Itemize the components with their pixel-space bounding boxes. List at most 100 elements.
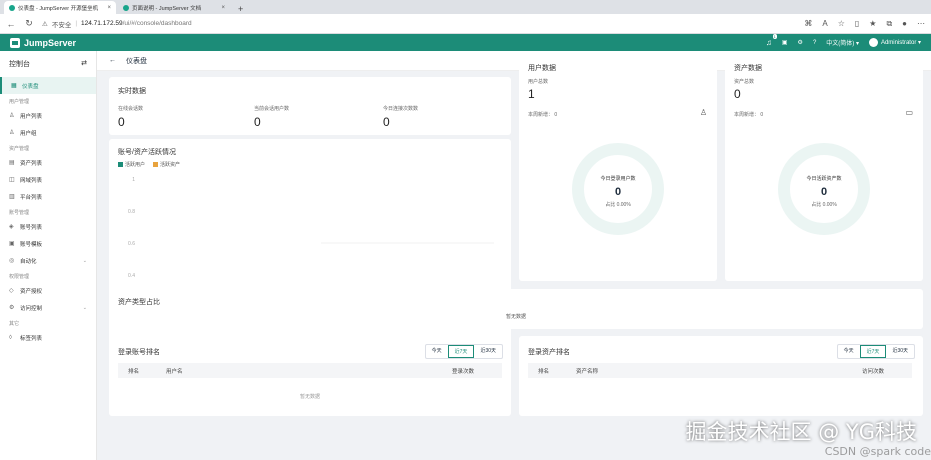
asset-data-title: 资产数据 xyxy=(734,65,762,72)
ring-label: 今日登录用户数 xyxy=(600,176,636,182)
new-tab-icon[interactable]: + xyxy=(232,4,249,14)
user-icon: ♙ xyxy=(9,113,15,119)
sidebar-item[interactable]: ♙ 用户列表 xyxy=(0,107,96,124)
sidebar-item[interactable]: ◫ 网域列表 xyxy=(0,171,96,188)
stat-label: 在线会话数 xyxy=(118,106,144,112)
url-field[interactable]: ⚠ 不安全 | 124.71.172.59/ui/#/console/dashb… xyxy=(42,19,192,29)
column-header[interactable]: 用户名 xyxy=(166,367,452,375)
back-arrow-icon[interactable]: ← xyxy=(109,57,116,64)
range-7days[interactable]: 近7天 xyxy=(447,345,475,358)
ring-percentage: 占比 0.00% xyxy=(605,202,631,208)
read-aloud-icon[interactable]: A xyxy=(822,19,827,29)
column-header[interactable]: 排名 xyxy=(128,367,166,375)
extensions-icon[interactable]: ● xyxy=(902,19,907,29)
sidebar-group-label: 权限管理 xyxy=(9,274,30,280)
users-icon: ♙ xyxy=(9,130,15,136)
translate-icon[interactable]: ⌘ xyxy=(804,19,812,29)
user-weekly: 本周新增： 0 xyxy=(528,112,558,118)
switch-view-icon[interactable]: ⇄ xyxy=(81,59,87,69)
reload-icon[interactable]: ↻ xyxy=(24,18,34,29)
user-data-card: 用户数据 用户总数 1 本周新增： 0 ♙ 今日登录用户数 0 占比 0.00% xyxy=(519,51,717,281)
sidebar-item-label: 账号列表 xyxy=(20,224,43,231)
sidebar-item-label: 网域列表 xyxy=(20,177,43,184)
back-icon[interactable]: ← xyxy=(6,19,16,29)
range-today[interactable]: 今天 xyxy=(426,345,448,358)
range-today[interactable]: 今天 xyxy=(838,345,860,358)
watermark: 掘金技术社区 @ YG科技 xyxy=(685,420,917,444)
sidebar-item-label: 用户组 xyxy=(20,130,37,137)
range-30days[interactable]: 近30天 xyxy=(474,345,502,358)
automation-icon: ◎ xyxy=(9,258,15,264)
column-header[interactable]: 资产名称 xyxy=(576,367,862,375)
y-tick-label: 0.8 xyxy=(128,209,135,215)
sidebar-item[interactable]: ▥ 平台列表 xyxy=(0,188,96,205)
login-rank-table-header: 排名 用户名 登录次数 xyxy=(118,363,502,378)
domain-icon: ◫ xyxy=(9,177,15,183)
sidebar-item[interactable]: ▦ 仪表盘 xyxy=(0,77,96,94)
sidebar: 控制台 ⇄ ▦ 仪表盘 用户管理 ♙ 用户列表 ♙ 用户组 资产管理 ▤ 资产列表 ◫ 网域列表 ▥ 平台… xyxy=(0,51,97,460)
web-terminal-icon[interactable]: ▣ xyxy=(782,39,788,46)
stat-value: 0 xyxy=(383,115,390,129)
favorite-icon[interactable]: ☆ xyxy=(838,19,845,29)
url-host: 124.71.172.59 xyxy=(81,20,123,27)
asset-type-card: 资产类型占比 暂无数据 xyxy=(109,289,923,329)
sidebar-group-label: 用户管理 xyxy=(9,99,30,105)
realtime-card: 实时数据 在线会话数 0 当前会话用户数 0 今日连接次数数 0 xyxy=(109,77,511,135)
sidebar-item[interactable]: ◊ 标签列表 xyxy=(0,329,96,346)
notification-bell-icon[interactable]: ♫ 1 xyxy=(766,34,777,47)
dashboard-icon: ▦ xyxy=(11,83,17,89)
sidebar-item[interactable]: ▤ 资产列表 xyxy=(0,154,96,171)
sidebar-item[interactable]: ▣ 账号模板 xyxy=(0,235,96,252)
split-icon[interactable]: ▯ xyxy=(855,19,859,29)
asset-total-label: 资产总数 xyxy=(734,79,755,85)
tag-icon: ◊ xyxy=(9,334,12,341)
column-header[interactable]: 访问次数 xyxy=(862,367,902,375)
language-select[interactable]: 中文(简体) ▾ xyxy=(826,38,859,47)
sidebar-item-label: 访问控制 xyxy=(20,305,43,312)
jumpserver-favicon-icon xyxy=(9,4,15,11)
browser-tab-dashboard[interactable]: 仪表盘 - JumpServer 开源堡垒机 × xyxy=(4,1,116,14)
browser-tab-docs[interactable]: 页面说明 - JumpServer 文档 × xyxy=(118,1,230,14)
sidebar-item-label: 标签列表 xyxy=(20,335,43,342)
jumpserver-favicon-icon xyxy=(123,4,129,11)
logo[interactable]: JumpServer xyxy=(10,37,76,48)
asset-weekly: 本周新增： 0 xyxy=(734,112,764,118)
address-bar: ← ↻ ⚠ 不安全 | 124.71.172.59/ui/#/console/d… xyxy=(0,14,931,34)
sidebar-header: 控制台 ⇄ xyxy=(0,55,96,77)
column-header[interactable]: 排名 xyxy=(538,367,576,375)
realtime-title: 实时数据 xyxy=(118,88,146,95)
help-icon[interactable]: ? xyxy=(813,40,816,46)
user-total-label: 用户总数 xyxy=(528,79,549,85)
avatar xyxy=(868,38,878,47)
settings-icon[interactable]: ⚙ xyxy=(798,39,803,46)
page-title: 仪表盘 xyxy=(126,57,147,65)
browser-tabstrip: 仪表盘 - JumpServer 开源堡垒机 × 页面说明 - JumpServ… xyxy=(0,0,931,14)
platform-icon: ▥ xyxy=(9,194,15,200)
range-30days[interactable]: 近30天 xyxy=(886,345,914,358)
y-tick-label: 0.4 xyxy=(128,273,135,279)
sidebar-item[interactable]: ◎ 自动化 ⌄ xyxy=(0,252,96,269)
sidebar-item[interactable]: ◇ 资产授权 xyxy=(0,282,96,299)
sidebar-item-label: 用户列表 xyxy=(20,113,43,120)
user-data-title: 用户数据 xyxy=(528,65,556,72)
collections-icon[interactable]: ⧉ xyxy=(886,19,892,29)
tab-title: 仪表盘 - JumpServer 开源堡垒机 xyxy=(18,5,99,12)
close-tab-icon[interactable]: × xyxy=(107,5,111,11)
activity-line-chart: 10.80.60.40.2008-2708-2808-2908-3008-310… xyxy=(128,177,501,349)
acl-icon: ⚙ xyxy=(9,305,15,311)
sidebar-group-label: 其它 xyxy=(9,321,20,327)
stat-label: 当前会话用户数 xyxy=(254,106,290,112)
sidebar-item[interactable]: ♙ 用户组 xyxy=(0,124,96,141)
ring-label: 今日活跃资产数 xyxy=(806,176,842,182)
ring-value: 0 xyxy=(820,186,828,198)
login-rank-title: 登录账号排名 xyxy=(118,349,160,356)
close-tab-icon[interactable]: × xyxy=(221,5,225,11)
more-icon[interactable]: ⋯ xyxy=(917,19,925,29)
user-menu[interactable]: Administrator ▾ xyxy=(868,38,921,47)
chevron-down-icon: ⌄ xyxy=(82,304,87,311)
sidebar-item[interactable]: ⚙ 访问控制 ⌄ xyxy=(0,299,96,316)
favorites-icon[interactable]: ★ xyxy=(869,19,876,29)
sidebar-item[interactable]: ◈ 账号列表 xyxy=(0,218,96,235)
range-7days[interactable]: 近7天 xyxy=(859,345,887,358)
column-header[interactable]: 登录次数 xyxy=(452,367,492,375)
